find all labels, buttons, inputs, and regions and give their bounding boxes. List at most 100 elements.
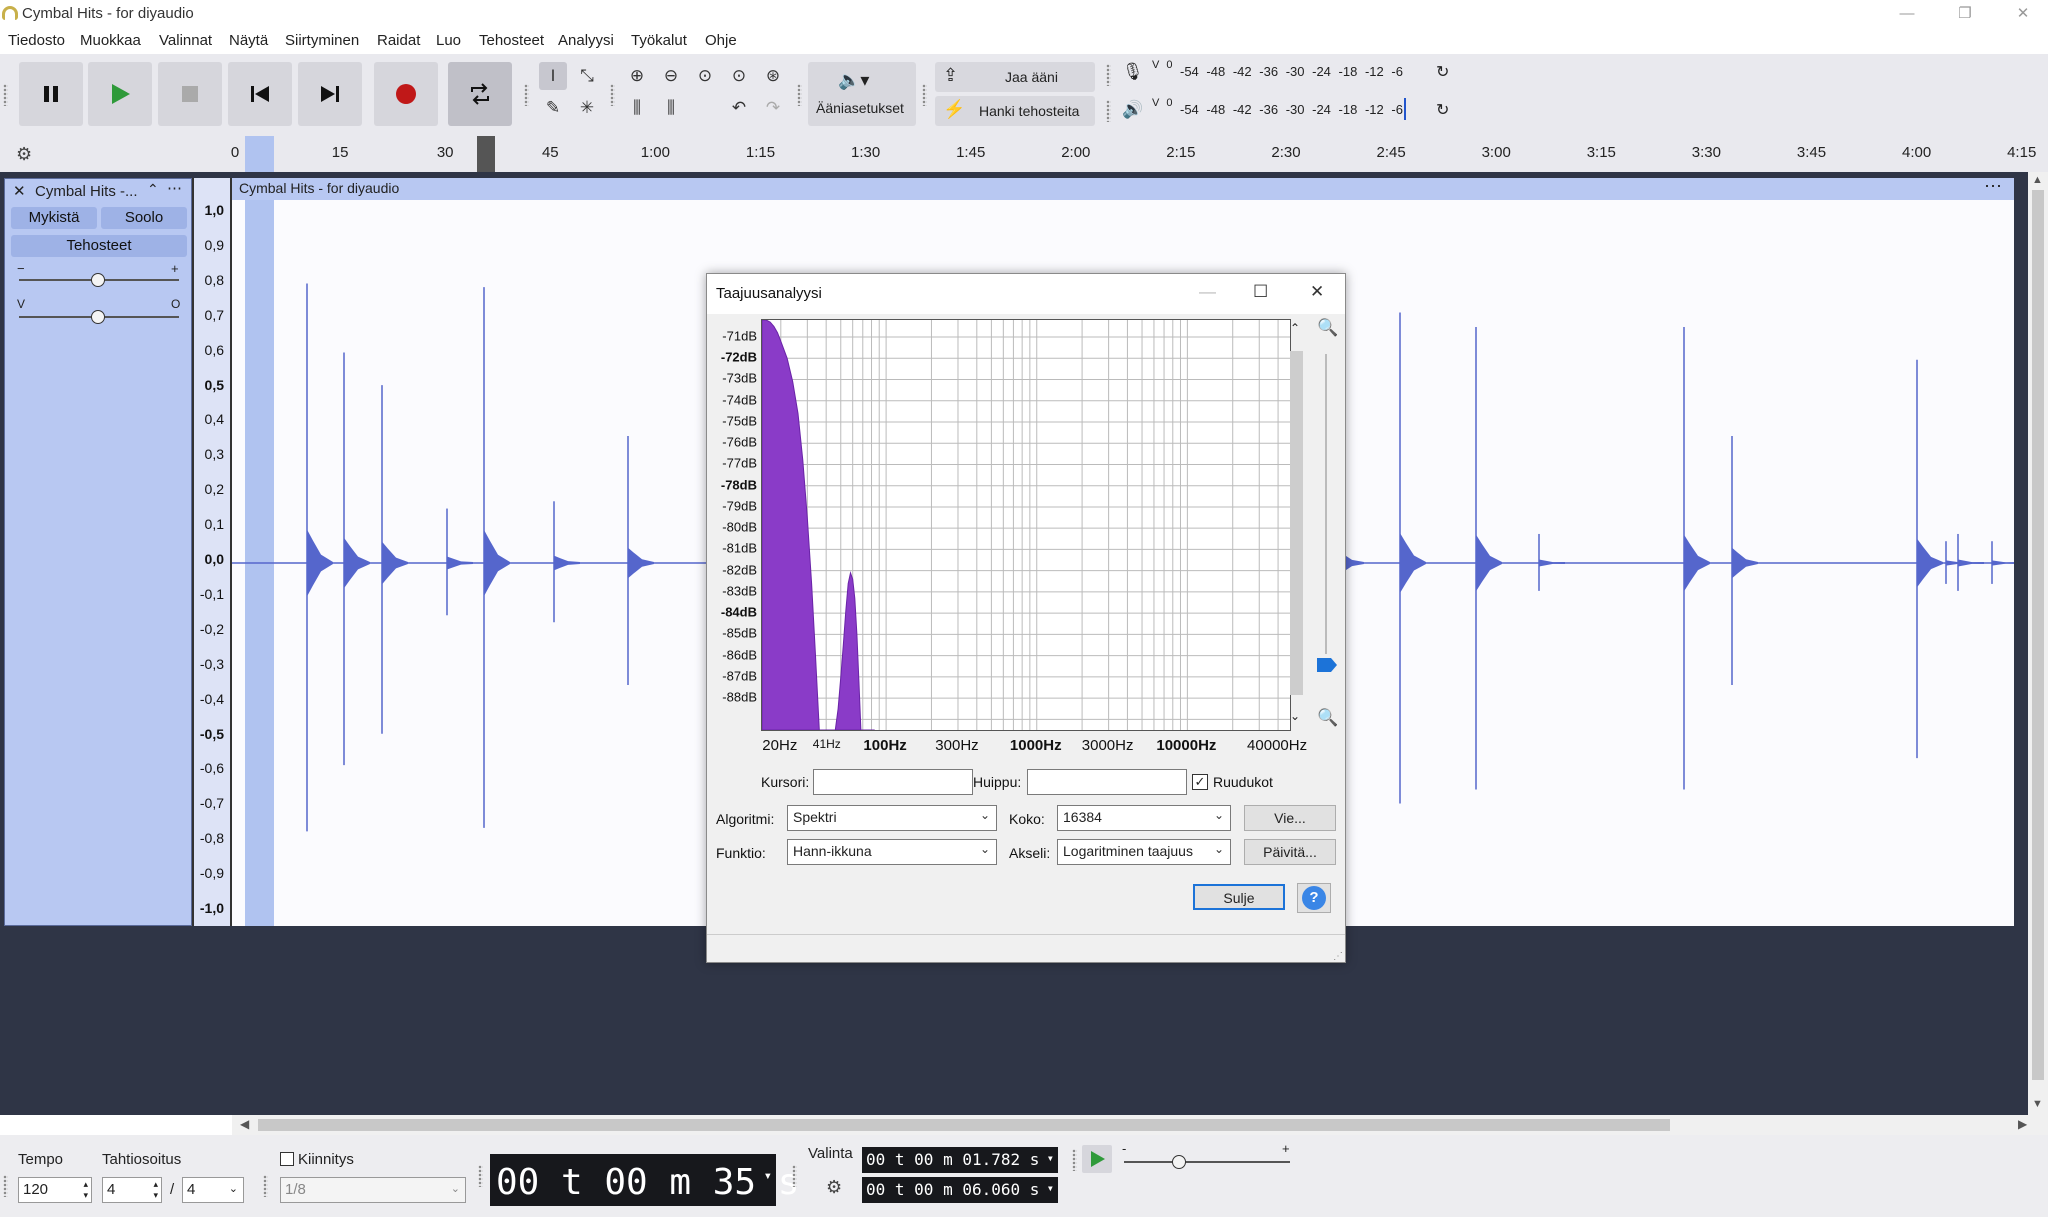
algorithm-select[interactable]: Spektri ⌄ xyxy=(787,805,997,831)
fit-selection-icon[interactable]: ⊙ xyxy=(691,62,719,90)
menu-tools[interactable]: Työkalut xyxy=(631,32,687,49)
track-menu-icon[interactable]: ⋯ xyxy=(167,179,182,197)
timeline-ruler[interactable]: 0 15 30 45 1:00 1:15 1:30 1:45 2:00 2:15 2:30 2:45 3… xyxy=(231,136,2044,172)
help-button[interactable]: ? xyxy=(1297,883,1331,913)
track-name[interactable]: Cymbal Hits -... xyxy=(35,183,138,200)
pause-button[interactable] xyxy=(19,62,83,126)
menu-edit[interactable]: Muokkaa xyxy=(80,32,141,49)
zoom-in-icon[interactable]: 🔍 xyxy=(1317,318,1338,338)
grids-checkbox[interactable]: ✓ xyxy=(1192,774,1208,790)
gain-slider-thumb[interactable] xyxy=(91,273,105,287)
selection-start-display[interactable]: 00 t 00 m 01.782 s ▾ xyxy=(862,1147,1058,1173)
plot-scroll-down-icon[interactable]: ⌄ xyxy=(1290,709,1300,723)
size-select[interactable]: 16384 ⌄ xyxy=(1057,805,1231,831)
selection-tool-icon[interactable]: I xyxy=(539,62,567,90)
zoom-toggle-icon[interactable]: ⊛ xyxy=(759,62,787,90)
menu-help[interactable]: Ohje xyxy=(705,32,737,49)
toolbar-grip[interactable] xyxy=(797,84,802,106)
menu-transport[interactable]: Siirtyminen xyxy=(285,32,359,49)
menu-effect[interactable]: Tehosteet xyxy=(479,32,544,49)
stop-button[interactable] xyxy=(158,62,222,126)
dialog-title-bar[interactable]: Taajuusanalyysi — ☐ ✕ xyxy=(707,274,1345,314)
zoom-in-icon[interactable]: ⊕ xyxy=(623,62,651,90)
play-button[interactable] xyxy=(88,62,152,126)
snap-select[interactable]: 1/8 ⌄ xyxy=(280,1177,466,1203)
vertical-scroll-thumb[interactable] xyxy=(2032,190,2044,1080)
menu-generate[interactable]: Luo xyxy=(436,32,461,49)
toolbar-grip[interactable] xyxy=(524,84,529,106)
menu-file[interactable]: Tiedosto xyxy=(8,32,65,49)
fit-project-icon[interactable]: ⊙ xyxy=(725,62,753,90)
draw-tool-icon[interactable]: ✎ xyxy=(539,94,567,122)
audio-setup-button[interactable]: 🔈▾ Ääniasetukset xyxy=(808,62,916,126)
menu-tracks[interactable]: Raidat xyxy=(377,32,420,49)
minimize-button[interactable]: — xyxy=(1884,0,1930,28)
scroll-down-icon[interactable]: ▼ xyxy=(2032,1098,2043,1110)
toolbar-grip[interactable] xyxy=(1072,1149,1077,1171)
mute-button[interactable]: Mykistä xyxy=(11,207,97,229)
horizontal-scroll-thumb[interactable] xyxy=(258,1119,1670,1131)
time-display[interactable]: 00 t 00 m 35 s ▾ xyxy=(490,1154,799,1206)
zoom-out-icon[interactable]: ⊖ xyxy=(657,62,685,90)
close-dialog-button[interactable]: Sulje xyxy=(1193,884,1285,910)
play-at-speed-button[interactable] xyxy=(1082,1145,1112,1173)
meter-refresh-icon[interactable]: ↻ xyxy=(1436,62,1449,82)
close-button[interactable]: ✕ xyxy=(2000,0,2046,28)
time-signature-numerator[interactable]: 4 ▴ ▾ xyxy=(102,1177,162,1203)
menu-select[interactable]: Valinnat xyxy=(159,32,212,49)
toolbar-grip[interactable] xyxy=(610,84,615,106)
plot-vertical-scrollbar[interactable]: ⌃ ⌄ xyxy=(1287,319,1305,731)
toolbar-grip[interactable] xyxy=(792,1165,797,1187)
selection-end-display[interactable]: 00 t 00 m 06.060 s ▾ xyxy=(862,1177,1058,1203)
selection-settings-icon[interactable]: ⚙ xyxy=(826,1177,842,1198)
toolbar-grip[interactable] xyxy=(922,84,927,106)
toolbar-grip[interactable] xyxy=(1106,64,1111,86)
envelope-tool-icon[interactable]: ⤡ xyxy=(573,62,601,90)
toolbar-grip[interactable] xyxy=(3,84,8,106)
horizontal-scrollbar[interactable]: ◀ ▶ xyxy=(232,1115,2048,1135)
menu-view[interactable]: Näytä xyxy=(229,32,268,49)
clip-menu-icon[interactable]: ⋯ xyxy=(1984,176,2002,197)
time-signature-denominator[interactable]: 4 ⌄ xyxy=(182,1177,244,1203)
timeline-settings-icon[interactable]: ⚙ xyxy=(16,144,32,165)
vertical-scrollbar[interactable]: ▲ ▼ xyxy=(2028,172,2048,1115)
skip-start-button[interactable] xyxy=(228,62,292,126)
scroll-right-icon[interactable]: ▶ xyxy=(2018,1117,2027,1131)
solo-button[interactable]: Soolo xyxy=(101,207,187,229)
toolbar-grip[interactable] xyxy=(3,1175,8,1197)
scroll-left-icon[interactable]: ◀ xyxy=(240,1117,249,1131)
toolbar-grip[interactable] xyxy=(263,1175,268,1197)
record-meter[interactable]: 🎙 V 0 -54 -48 -42 -36 -30 -24 -18 -12 -6… xyxy=(1120,58,1460,86)
track-effects-button[interactable]: Tehosteet xyxy=(11,235,187,257)
undo-icon[interactable]: ↶ xyxy=(725,94,753,122)
spectrum-plot[interactable] xyxy=(761,319,1291,731)
tempo-input[interactable]: 120 ▴ ▾ xyxy=(18,1177,92,1203)
toolbar-grip[interactable] xyxy=(478,1165,483,1187)
plot-scroll-up-icon[interactable]: ⌃ xyxy=(1290,321,1300,335)
maximize-button[interactable]: ❐ xyxy=(1942,0,1988,28)
get-effects-button[interactable]: ⚡ Hanki tehosteita xyxy=(935,96,1095,126)
skip-end-button[interactable] xyxy=(298,62,362,126)
trim-icon[interactable]: ⫼ xyxy=(623,94,651,122)
zoom-slider-thumb[interactable] xyxy=(1317,658,1337,672)
refresh-button[interactable]: Päivitä... xyxy=(1244,839,1336,865)
speed-slider-thumb[interactable] xyxy=(1172,1155,1186,1169)
snap-checkbox[interactable] xyxy=(280,1152,294,1166)
axis-select[interactable]: Logaritminen taajuus ⌄ xyxy=(1057,839,1231,865)
meter-refresh-icon[interactable]: ↻ xyxy=(1436,100,1449,120)
collapse-track-icon[interactable]: ⌃ xyxy=(147,181,159,198)
amplitude-scale[interactable]: 1,0 0,9 0,8 0,7 0,6 0,5 0,4 0,3 0,2 0,1 0,0 -0,1 -0,… xyxy=(192,178,232,926)
multi-tool-icon[interactable]: ✳ xyxy=(573,94,601,122)
zoom-out-icon[interactable]: 🔍 xyxy=(1317,708,1338,728)
redo-icon[interactable]: ↷ xyxy=(759,94,787,122)
silence-icon[interactable]: ⫼ xyxy=(657,94,685,122)
dialog-close-icon[interactable]: ✕ xyxy=(1310,282,1324,302)
export-button[interactable]: Vie... xyxy=(1244,805,1336,831)
dialog-maximize-icon[interactable]: ☐ xyxy=(1253,282,1268,302)
speed-slider-track[interactable] xyxy=(1124,1161,1290,1163)
loop-button[interactable] xyxy=(448,62,512,126)
clip-header[interactable]: Cymbal Hits - for diyaudio ⋯ xyxy=(232,176,2014,200)
menu-analyze[interactable]: Analyysi xyxy=(558,32,614,49)
close-track-icon[interactable]: ✕ xyxy=(13,182,26,200)
record-button[interactable] xyxy=(374,62,438,126)
